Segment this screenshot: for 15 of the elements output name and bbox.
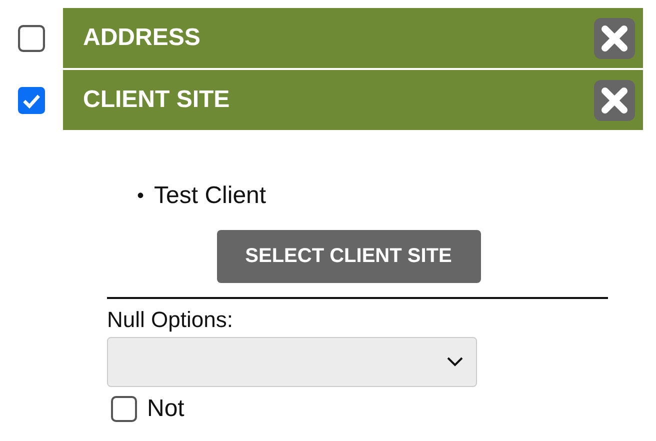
close-icon[interactable] xyxy=(594,80,635,120)
caret-icon xyxy=(446,356,464,368)
bullet: • xyxy=(137,184,144,209)
field-label: Null Options: xyxy=(107,307,234,333)
filter-bar[interactable]: ADDRESS xyxy=(63,8,643,68)
checkbox-label: Not xyxy=(147,395,184,423)
filter-title: CLIENT SITE xyxy=(83,86,230,114)
checkbox[interactable] xyxy=(18,24,45,52)
filter-title: ADDRESS xyxy=(83,24,200,52)
checkbox[interactable] xyxy=(111,396,137,422)
select-client-site-button[interactable]: SELECT CLIENT SITE xyxy=(216,230,480,283)
list-item: Test Client xyxy=(154,181,266,211)
close-icon[interactable] xyxy=(594,18,635,58)
filter-bar[interactable]: CLIENT SITE xyxy=(63,70,643,130)
checkbox[interactable] xyxy=(18,86,45,114)
